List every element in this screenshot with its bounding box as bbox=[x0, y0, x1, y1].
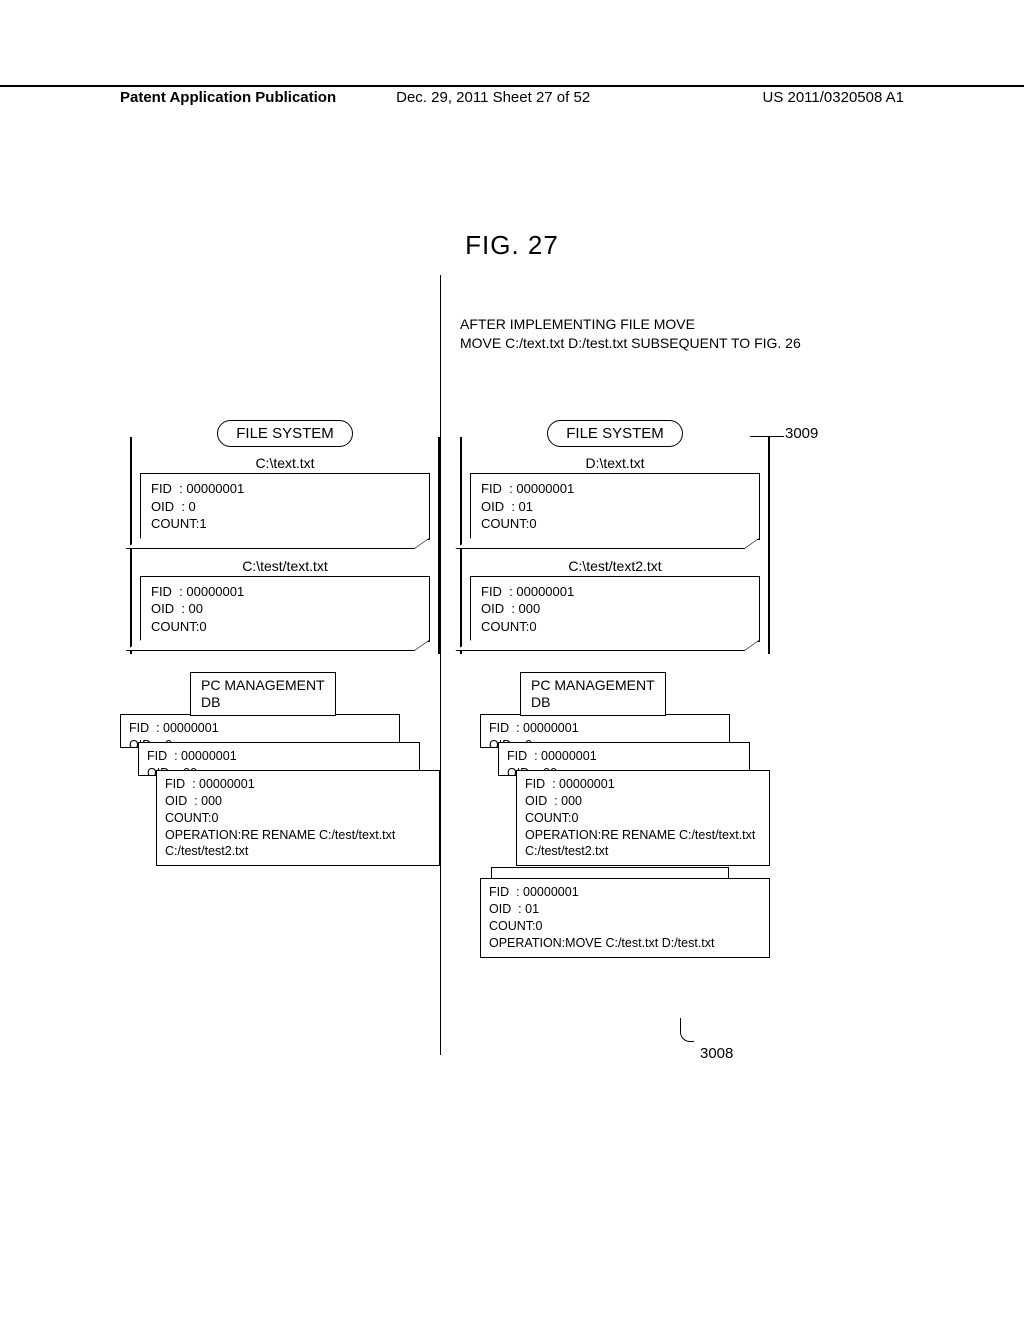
left-db-card-3: FID : 00000001 OID : 000 COUNT:0 OPERATI… bbox=[156, 770, 440, 866]
left-file2-count: COUNT:0 bbox=[151, 618, 419, 636]
figure-title: FIG. 27 bbox=[0, 230, 1024, 261]
ref-3008-leader bbox=[680, 1018, 694, 1042]
left-file2-fid: FID : 00000001 bbox=[151, 583, 419, 601]
right-file1-count: COUNT:0 bbox=[481, 515, 749, 533]
right-file1-box: FID : 00000001 OID : 01 COUNT:0 bbox=[470, 473, 760, 540]
left-file1-oid: OID : 0 bbox=[151, 498, 419, 516]
right-file2-box: FID : 00000001 OID : 000 COUNT:0 bbox=[470, 576, 760, 643]
right-db-stack: FID : 00000001 OID : 0 FID : 00000001 OI… bbox=[480, 714, 770, 958]
right-file2-oid: OID : 000 bbox=[481, 600, 749, 618]
pc-management-label-left: PC MANAGEMENT DB bbox=[190, 672, 336, 716]
left-column: FILE SYSTEM C:\text.txt FID : 00000001 O… bbox=[130, 420, 440, 866]
ref-label-3008: 3008 bbox=[700, 1045, 733, 1062]
file-system-label-right: FILE SYSTEM bbox=[547, 420, 683, 447]
right-db-card-4: FID : 00000001 OID : 01 COUNT:0 OPERATIO… bbox=[480, 878, 770, 958]
left-file1-path: C:\text.txt bbox=[140, 455, 430, 471]
ref-label-3009: 3009 bbox=[785, 425, 818, 442]
left-file2-oid: OID : 00 bbox=[151, 600, 419, 618]
right-file2-count: COUNT:0 bbox=[481, 618, 749, 636]
right-file1-fid: FID : 00000001 bbox=[481, 480, 749, 498]
left-file-group: C:\text.txt FID : 00000001 OID : 0 COUNT… bbox=[130, 437, 440, 654]
right-file2-fid: FID : 00000001 bbox=[481, 583, 749, 601]
left-file2-path: C:\test/text.txt bbox=[140, 558, 430, 574]
figure-caption: AFTER IMPLEMENTING FILE MOVE MOVE C:/tex… bbox=[460, 315, 780, 353]
file-system-label-left: FILE SYSTEM bbox=[217, 420, 353, 447]
left-file1-fid: FID : 00000001 bbox=[151, 480, 419, 498]
right-file2-path: C:\test/text2.txt bbox=[470, 558, 760, 574]
left-file1-box: FID : 00000001 OID : 0 COUNT:1 bbox=[140, 473, 430, 540]
left-db-stack: FID : 00000001 OID : 0 FID : 00000001 OI… bbox=[120, 714, 440, 866]
page-header: Patent Application Publication Dec. 29, … bbox=[0, 85, 1024, 106]
header-doc-number: US 2011/0320508 A1 bbox=[762, 89, 904, 106]
right-file1-path: D:\text.txt bbox=[470, 455, 760, 471]
right-file-group: D:\text.txt FID : 00000001 OID : 01 COUN… bbox=[460, 437, 770, 654]
header-sheet-info: Dec. 29, 2011 Sheet 27 of 52 bbox=[396, 89, 590, 106]
right-file1-oid: OID : 01 bbox=[481, 498, 749, 516]
left-file1-count: COUNT:1 bbox=[151, 515, 419, 533]
right-column: FILE SYSTEM D:\text.txt FID : 00000001 O… bbox=[460, 420, 770, 958]
column-divider bbox=[440, 275, 441, 1055]
header-publication: Patent Application Publication bbox=[120, 89, 336, 106]
left-file2-box: FID : 00000001 OID : 00 COUNT:0 bbox=[140, 576, 430, 643]
pc-management-label-right: PC MANAGEMENT DB bbox=[520, 672, 666, 716]
right-db-card-3: FID : 00000001 OID : 000 COUNT:0 OPERATI… bbox=[516, 770, 770, 866]
